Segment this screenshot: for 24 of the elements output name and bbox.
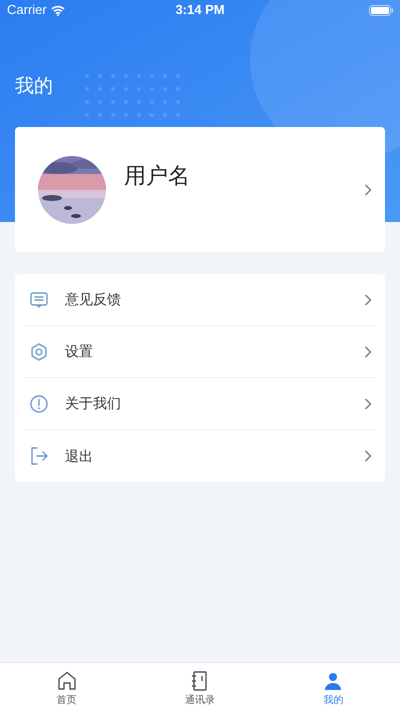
battery-icon [369,4,394,16]
page-title: 我的 [15,75,53,99]
chevron-icon [364,184,372,196]
chevron-icon [364,294,372,306]
settings-icon [29,342,49,362]
profile-card[interactable]: 用户名 [15,127,385,252]
chat-icon [29,290,49,310]
menu-item[interactable]: 退出 [24,430,376,482]
home-icon [56,670,78,692]
exclamation-icon [29,394,49,414]
status-time: 3:14 PM [175,1,225,20]
logout-icon [29,446,49,466]
wifi-icon [50,4,65,16]
tab[interactable]: 通讯录 [133,663,267,710]
tab[interactable]: 首页 [0,663,134,710]
chevron-icon [364,450,372,462]
menu-item[interactable]: 意见反馈 [24,274,376,326]
username: 用户名 [124,162,191,190]
chevron-icon [364,346,372,358]
tab[interactable]: 我的 [266,663,400,710]
chevron-icon [364,398,372,410]
menu-item[interactable]: 设置 [24,326,376,378]
menu-item[interactable]: 关于我们 [24,378,376,430]
carrier-label: Carrier [7,1,47,20]
